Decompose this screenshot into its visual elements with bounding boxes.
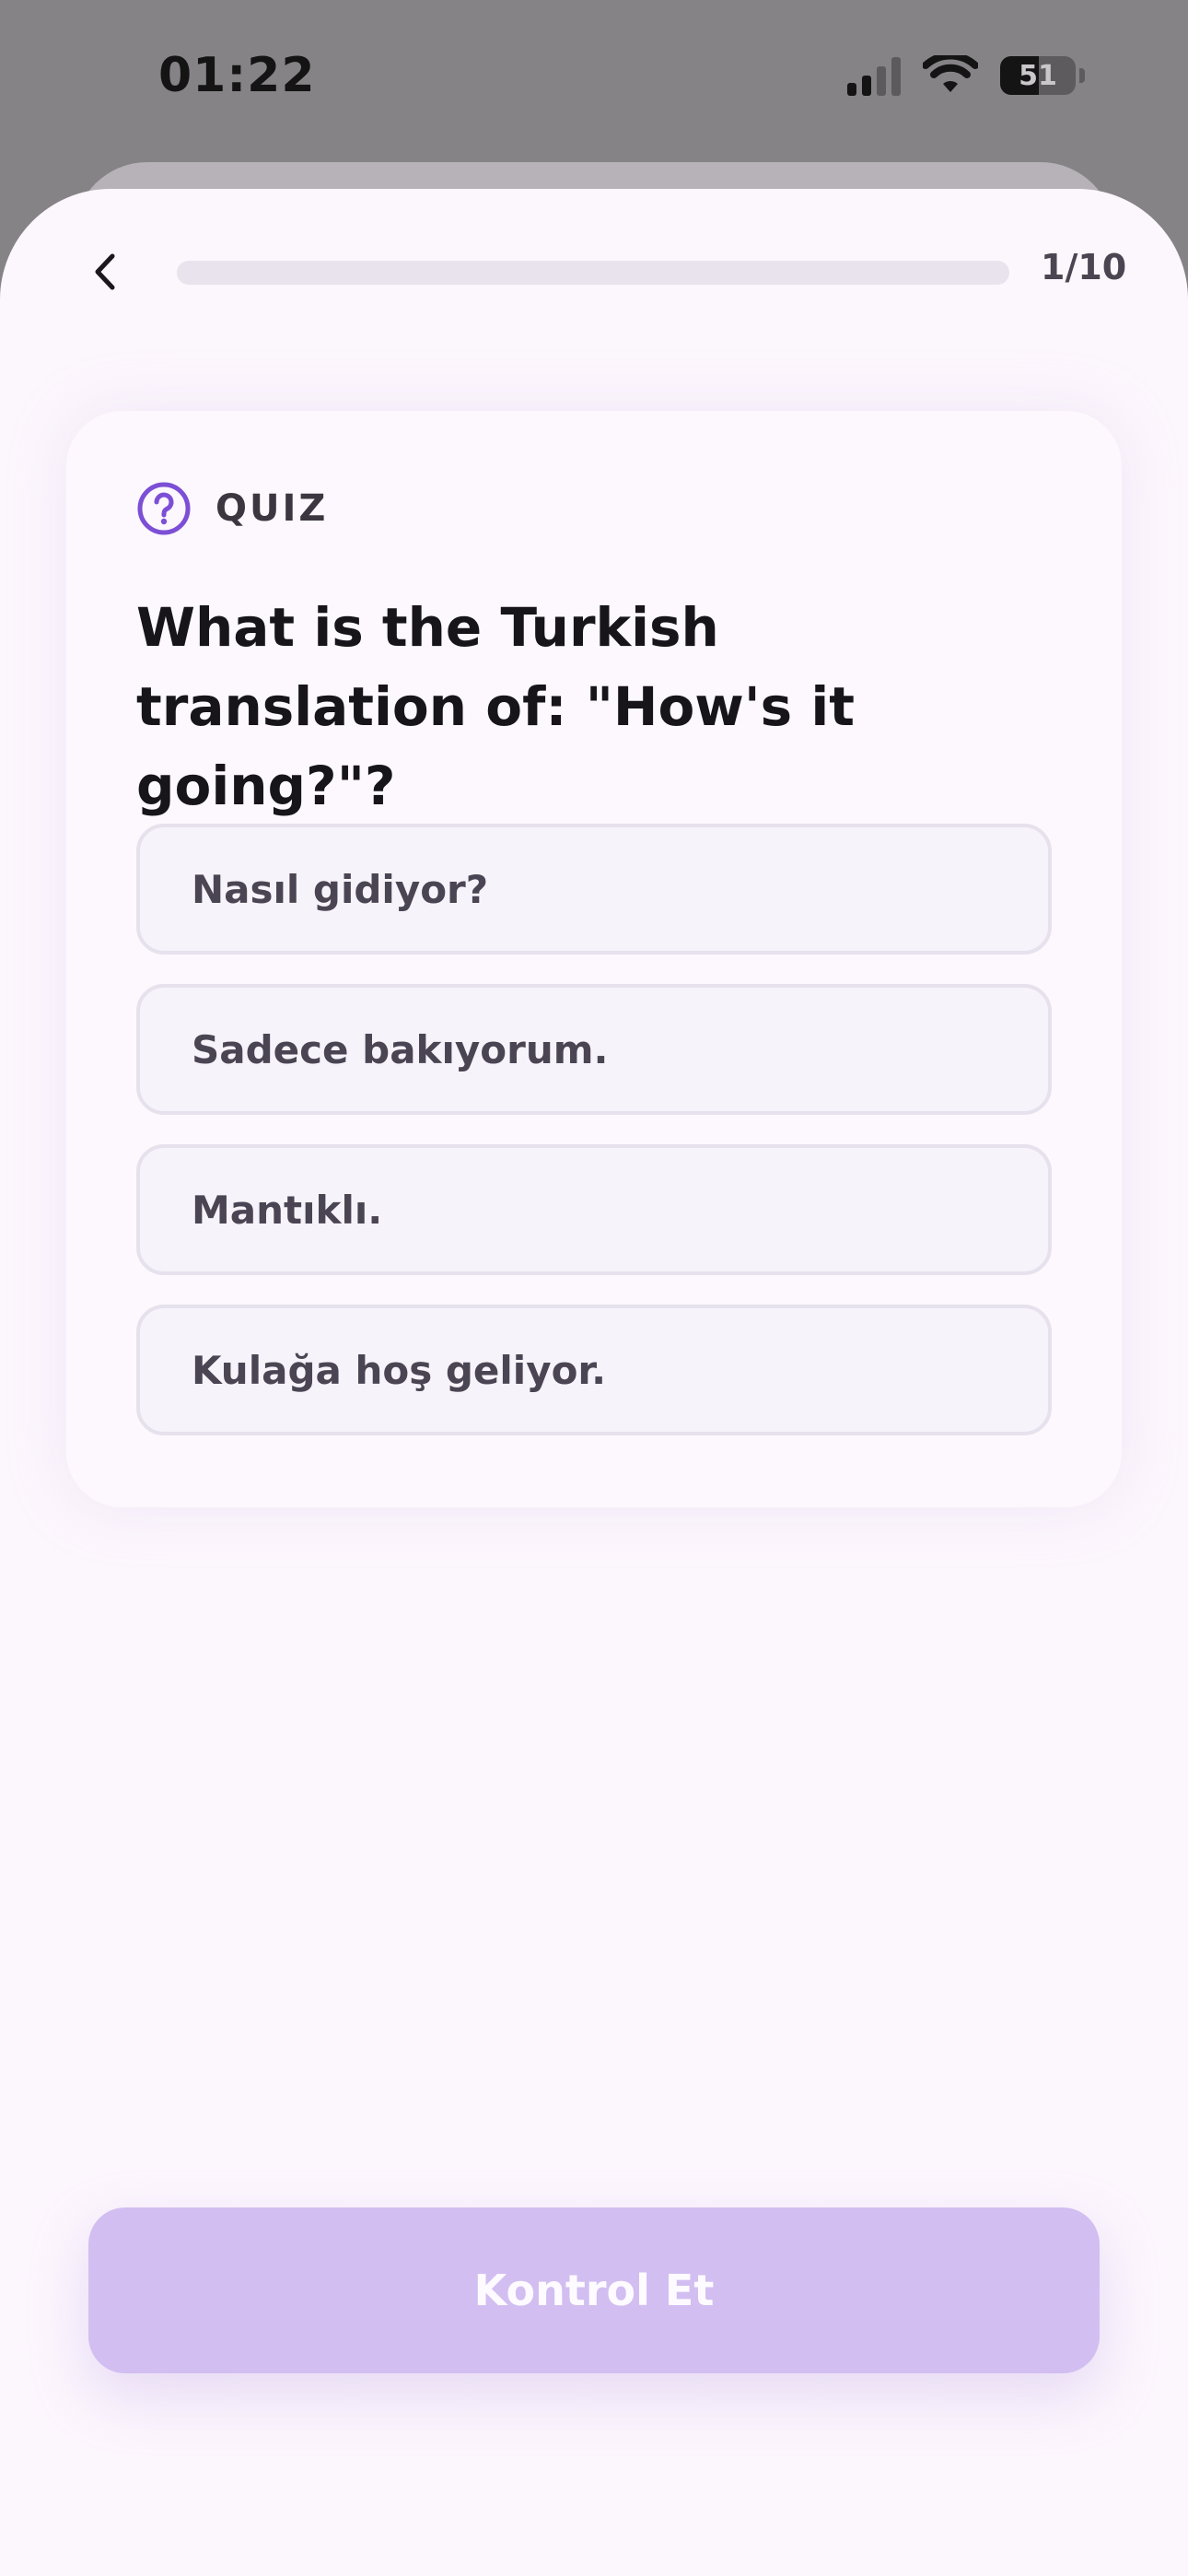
wifi-icon: [923, 55, 978, 92]
quiz-card: QUIZ What is the Turkish translation of:…: [66, 411, 1122, 1507]
battery-percentage: 51: [1019, 59, 1057, 92]
status-bar: 01:22 51: [0, 0, 1188, 166]
back-button[interactable]: [77, 240, 133, 304]
answer-option[interactable]: Mantıklı.: [136, 1144, 1052, 1275]
progress-count: 1/10: [1041, 247, 1127, 287]
answer-options: Nasıl gidiyor? Sadece bakıyorum. Mantıkl…: [136, 824, 1052, 1465]
battery-tip: [1079, 68, 1085, 83]
question-circle-icon: [137, 482, 191, 535]
answer-option[interactable]: Kulağa hoş geliyor.: [136, 1305, 1052, 1435]
quiz-label: QUIZ: [215, 487, 329, 530]
battery-icon: 51: [1000, 56, 1076, 95]
answer-option[interactable]: Sadece bakıyorum.: [136, 984, 1052, 1115]
answer-option[interactable]: Nasıl gidiyor?: [136, 824, 1052, 954]
question-text: What is the Turkish translation of: "How…: [136, 596, 855, 817]
status-time: 01:22: [158, 48, 316, 103]
progress-bar: [177, 261, 1009, 285]
status-icons: 51: [847, 55, 1085, 96]
check-button[interactable]: Kontrol Et: [88, 2207, 1100, 2373]
chevron-left-icon: [95, 253, 115, 290]
cellular-signal-icon: [847, 55, 901, 96]
quiz-label-row: QUIZ: [136, 481, 328, 536]
